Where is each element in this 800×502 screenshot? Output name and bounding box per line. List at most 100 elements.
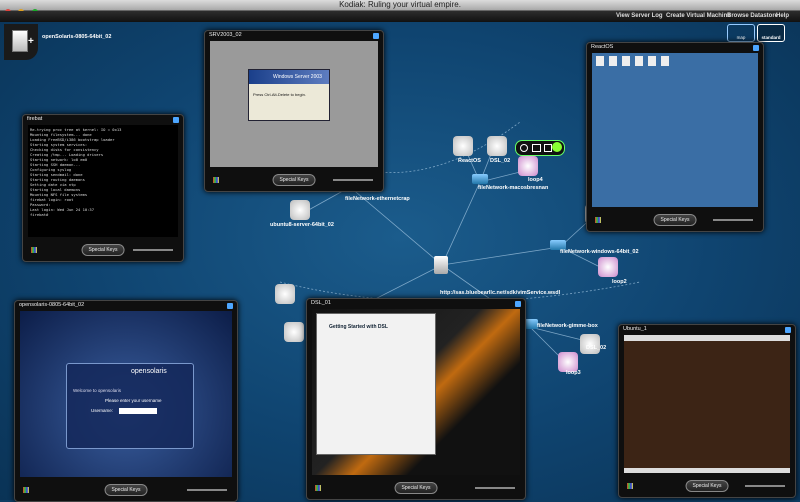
maximize-icon[interactable]	[515, 301, 521, 307]
server-icon[interactable]: +	[4, 24, 38, 60]
network-switch-icon[interactable]	[472, 174, 488, 184]
vm-window-ubuntu[interactable]: Ubuntu_1 Special Keys	[618, 324, 796, 498]
prompt-text: Please enter your username	[105, 398, 162, 403]
network-label: fileNetwork-macosbresnan	[478, 185, 549, 191]
host-server-icon[interactable]	[434, 256, 448, 274]
dialog-text: Press Ctrl-Alt-Delete to begin.	[253, 92, 306, 97]
vm-screen[interactable]: opensolaris Welcome to opensolaris Pleas…	[20, 311, 232, 477]
brand-logo: opensolaris	[131, 368, 167, 375]
terminal-line: firebat#	[30, 212, 49, 217]
view-toggle[interactable]: map standard	[727, 24, 785, 42]
window-footer: Special Keys	[307, 477, 525, 499]
vm-node-icon[interactable]	[290, 200, 310, 220]
network-label: fileNetwork-windows-64bit_02	[560, 249, 639, 255]
vm-node-label: DSL_02	[586, 345, 607, 351]
vm-screen[interactable]: Getting Started with DSL	[312, 309, 520, 475]
vm-node-icon[interactable]	[487, 136, 507, 156]
vm-window-title: firebat	[27, 116, 43, 122]
color-icon	[627, 483, 633, 489]
vm-window-opensolaris[interactable]: opensolaris-0805-64bit_02 opensolaris We…	[14, 300, 238, 502]
vm-node-label: loop2	[612, 279, 627, 285]
color-icon	[23, 487, 29, 493]
go-icon[interactable]	[552, 142, 562, 152]
special-keys-button[interactable]: Special Keys	[104, 484, 148, 496]
vm-window-reactos[interactable]: ReactOS Special Keys	[586, 42, 764, 232]
vm-node-icon[interactable]	[453, 136, 473, 156]
vm-screen[interactable]	[592, 53, 758, 207]
color-icon	[595, 217, 601, 223]
vm-node-label: loop4	[528, 177, 543, 183]
vm-node-label: ReactOS	[458, 158, 481, 164]
maximize-icon[interactable]	[785, 327, 791, 333]
vm-window-title: DSL_01	[311, 300, 331, 306]
volume-slider[interactable]	[187, 489, 227, 491]
window-titlebar: Kodiak: Ruling your virtual empire.	[0, 0, 800, 15]
dialog-brand: Windows Server 2003	[273, 74, 322, 80]
network-label: fileNetwork-ethernetcrap	[345, 196, 410, 202]
vm-window-srv2003[interactable]: SRV2003_02 Windows Server 2003 Press Ctr…	[204, 30, 384, 192]
vm-window-dsl[interactable]: DSL_01 Getting Started with DSL Special …	[306, 298, 526, 500]
username-input[interactable]	[119, 408, 157, 414]
menu-view-server-log[interactable]: View Server Log	[616, 11, 663, 22]
volume-slider[interactable]	[333, 179, 373, 181]
map-view-button[interactable]: map	[727, 24, 755, 42]
color-icon	[315, 485, 321, 491]
login-dialog[interactable]: Windows Server 2003 Press Ctrl-Alt-Delet…	[248, 69, 330, 121]
login-panel[interactable]: opensolaris Welcome to opensolaris Pleas…	[66, 363, 194, 449]
volume-slider[interactable]	[475, 487, 515, 489]
settings-icon[interactable]	[544, 144, 552, 152]
console-icon[interactable]	[532, 144, 541, 152]
window-footer: Special Keys	[15, 479, 237, 501]
vm-node-label: loop3	[566, 370, 581, 376]
maximize-icon[interactable]	[173, 117, 179, 123]
terminal-screen[interactable]: Re-trying proc tree at kernel: IO = 0x13…	[28, 125, 178, 237]
vm-window-title: Ubuntu_1	[623, 326, 647, 332]
volume-slider[interactable]	[745, 485, 785, 487]
special-keys-button[interactable]: Special Keys	[272, 174, 316, 186]
vm-window-title: opensolaris-0805-64bit_02	[19, 302, 85, 308]
volume-slider[interactable]	[713, 219, 753, 221]
volume-slider[interactable]	[133, 249, 173, 251]
host-url-label: http://sas.bluebearllc.net/sdk/vimServic…	[440, 290, 561, 296]
menu-create-vm[interactable]: Create Virtual Machine	[666, 11, 731, 22]
vm-node-label: ubuntu8-server-64bit_02	[270, 222, 334, 228]
vm-node-icon[interactable]	[284, 322, 304, 342]
vm-controls-popup[interactable]	[515, 140, 565, 156]
desktop-icons	[596, 56, 672, 66]
color-icon	[31, 247, 37, 253]
maximize-icon[interactable]	[373, 33, 379, 39]
maximize-icon[interactable]	[227, 303, 233, 309]
browser-window[interactable]: Getting Started with DSL	[316, 313, 436, 455]
vm-node-icon[interactable]	[580, 334, 600, 354]
special-keys-button[interactable]: Special Keys	[394, 482, 438, 494]
vm-node-icon[interactable]	[275, 284, 295, 304]
special-keys-button[interactable]: Special Keys	[81, 244, 125, 256]
menu-browse-datastore[interactable]: Browse Datastore	[727, 11, 778, 22]
vm-screen[interactable]	[624, 335, 790, 473]
window-footer: Special Keys	[23, 239, 183, 261]
window-footer: Special Keys	[619, 475, 795, 497]
vm-window-title: ReactOS	[591, 44, 614, 50]
vm-node-icon[interactable]	[558, 352, 578, 372]
vm-screen[interactable]: Windows Server 2003 Press Ctrl-Alt-Delet…	[210, 41, 378, 167]
vm-node-label: DSL_02	[490, 158, 511, 164]
vm-node-icon[interactable]	[518, 156, 538, 176]
browser-heading: Getting Started with DSL	[329, 324, 388, 330]
menu-bar: View Server Log Create Virtual Machine B…	[0, 11, 800, 22]
welcome-text: Welcome to opensolaris	[73, 388, 121, 393]
power-icon[interactable]	[520, 144, 528, 152]
window-title: Kodiak: Ruling your virtual empire.	[339, 0, 461, 9]
maximize-icon[interactable]	[753, 45, 759, 51]
map-canvas[interactable]: + openSolaris-0805-64bit_02 map standard…	[0, 22, 800, 502]
standard-view-button[interactable]: standard	[757, 24, 785, 42]
menu-help[interactable]: Help	[776, 11, 789, 22]
server-label: openSolaris-0805-64bit_02	[42, 34, 112, 40]
vm-window-title: SRV2003_02	[209, 32, 242, 38]
network-label: fileNetwork-gimme-box	[537, 323, 598, 329]
special-keys-button[interactable]: Special Keys	[653, 214, 697, 226]
special-keys-button[interactable]: Special Keys	[685, 480, 729, 492]
bottom-panel	[624, 468, 790, 473]
vm-window-firebat[interactable]: firebat Re-trying proc tree at kernel: I…	[22, 114, 184, 262]
vm-node-icon[interactable]	[598, 257, 618, 277]
window-footer: Special Keys	[587, 209, 763, 231]
